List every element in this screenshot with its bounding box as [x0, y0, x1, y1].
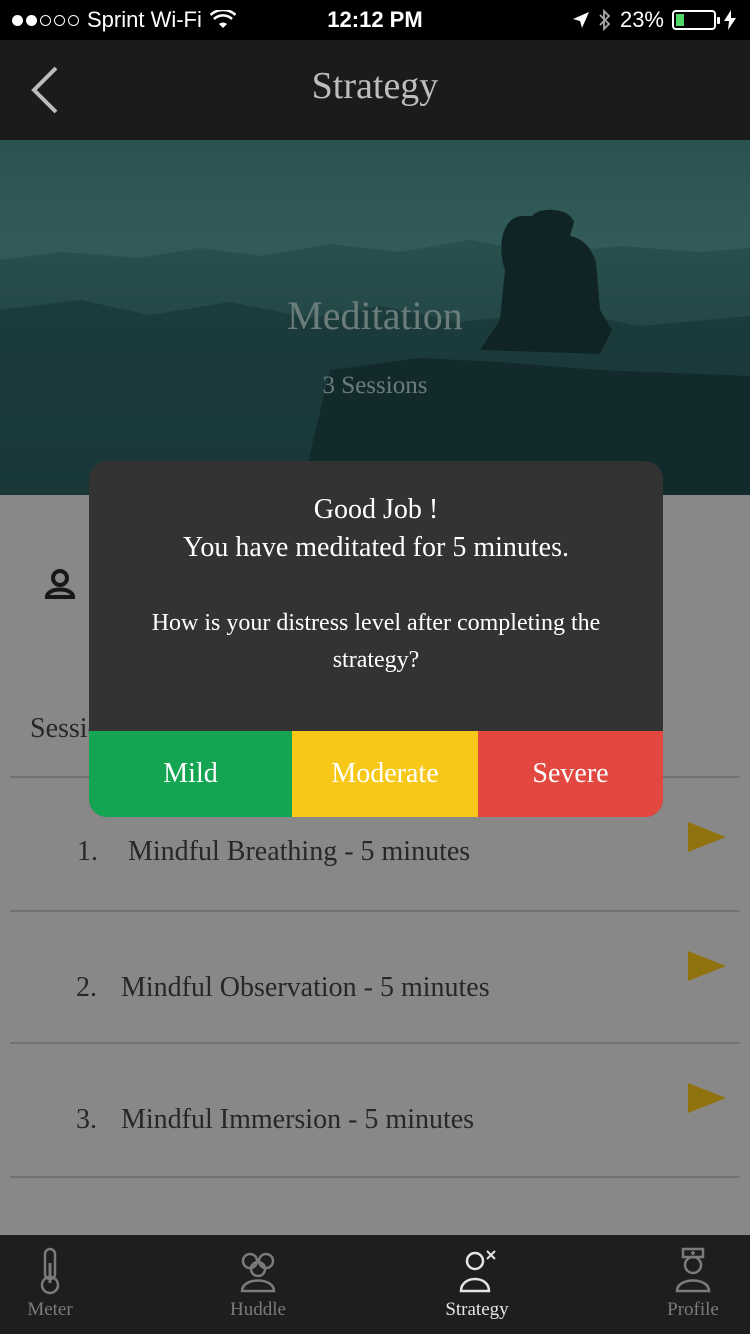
mild-button[interactable]: Mild	[89, 731, 292, 817]
status-bar: Sprint Wi-Fi 12:12 PM 23%	[0, 0, 750, 40]
status-right: 23%	[572, 7, 736, 33]
bluetooth-icon	[599, 9, 611, 31]
page-title: Strategy	[311, 65, 439, 107]
distress-choices: Mild Moderate Severe	[89, 731, 663, 817]
dialog-title: Good Job !	[313, 494, 439, 525]
nav-bar: Strategy	[0, 40, 750, 140]
strategy-icon	[459, 1250, 496, 1293]
tab-meter[interactable]: Meter	[0, 1235, 110, 1334]
tab-profile[interactable]: Profile	[633, 1235, 750, 1334]
battery-icon	[672, 10, 720, 30]
tab-huddle[interactable]: Huddle	[198, 1235, 318, 1334]
distress-dialog: Good Job ! You have meditated for 5 minu…	[89, 461, 663, 817]
tab-label: Huddle	[230, 1299, 286, 1320]
charging-bolt-icon	[724, 10, 736, 30]
tab-label: Profile	[667, 1299, 719, 1320]
battery-percent: 23%	[619, 7, 664, 32]
dialog-question: How is your distress level after complet…	[151, 610, 601, 673]
tab-strategy[interactable]: Strategy	[417, 1235, 537, 1334]
nurse-icon	[675, 1247, 711, 1293]
tab-label: Meter	[27, 1299, 73, 1320]
location-arrow-icon	[572, 12, 589, 28]
thermometer-icon	[40, 1247, 60, 1295]
tab-label: Strategy	[445, 1299, 509, 1320]
group-icon	[240, 1252, 276, 1293]
moderate-button[interactable]: Moderate	[292, 731, 478, 817]
tab-bar: Meter Huddle Strategy Profile	[0, 1235, 750, 1334]
dialog-message: You have meditated for 5 minutes.	[183, 532, 569, 563]
severe-button[interactable]: Severe	[478, 731, 663, 817]
